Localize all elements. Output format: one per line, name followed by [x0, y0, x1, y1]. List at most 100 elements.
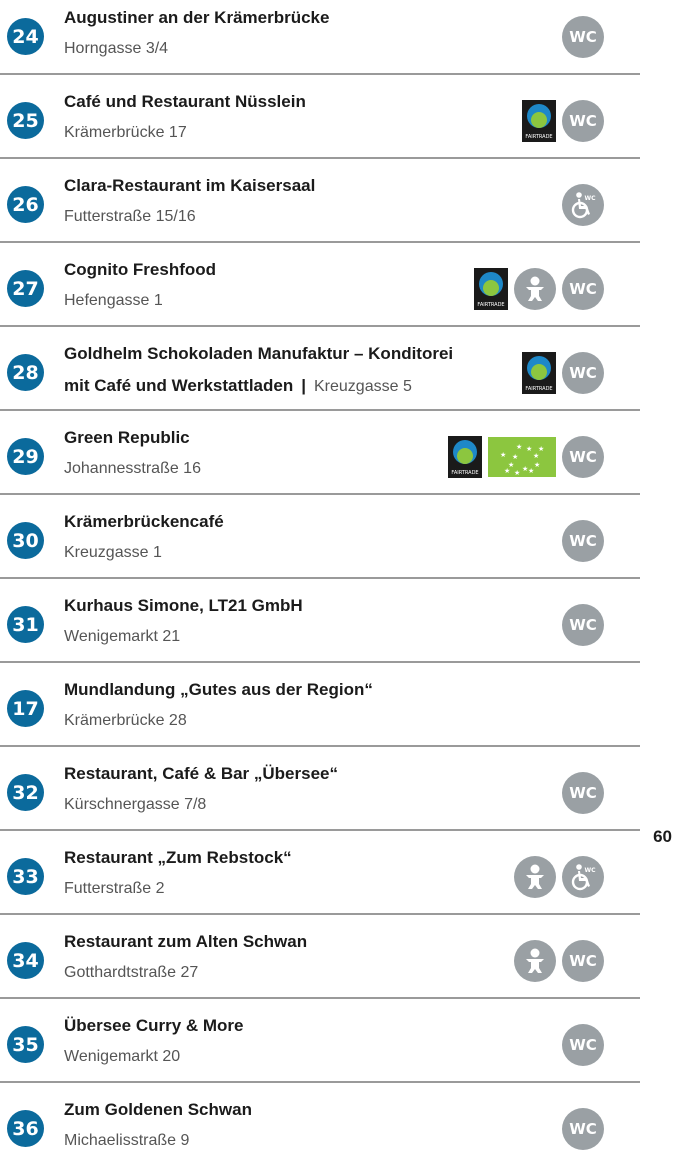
entry-number-badge: 24	[7, 18, 44, 55]
baby-changing-icon	[514, 268, 556, 310]
wheelchair-figure: WC	[571, 192, 596, 219]
organic-star-icon: ★	[538, 446, 545, 453]
amenity-icons: FAIRTRADE WC	[522, 352, 604, 394]
list-item: 31 Kurhaus Simone, LT21 GmbH Wenigemarkt 2…	[0, 588, 640, 672]
baby-body	[526, 287, 544, 301]
amenity-icons: WC	[562, 1108, 604, 1150]
baby-body	[526, 875, 544, 889]
entry-number-badge: 31	[7, 606, 44, 643]
entry-number-badge: 27	[7, 270, 44, 307]
entry-number-badge: 32	[7, 774, 44, 811]
venue-name: Restaurant, Café & Bar „Übersee“	[64, 764, 338, 783]
divider	[0, 409, 640, 411]
page-number: 60	[653, 827, 672, 846]
wc-icon: WC	[562, 100, 604, 142]
venue-name: Cognito Freshfood	[64, 260, 217, 279]
entry-number-badge: 29	[7, 438, 44, 475]
divider	[0, 325, 640, 327]
divider	[0, 493, 640, 495]
entry-number-badge: 25	[7, 102, 44, 139]
baby-figure	[526, 864, 544, 889]
venue-name-continued: mit Café und Werkstattladen	[64, 376, 294, 395]
amenity-icons: WC	[514, 856, 604, 898]
divider	[0, 661, 640, 663]
entry-number-badge: 30	[7, 522, 44, 559]
amenity-icons: WC	[562, 16, 604, 58]
entry-number-badge: 17	[7, 690, 44, 727]
fairtrade-symbol-green	[531, 364, 547, 380]
venue-address: Johannesstraße 16	[64, 460, 201, 477]
organic-star-icon: ★	[534, 462, 541, 469]
fairtrade-label: FAIRTRADE	[525, 386, 553, 392]
list-item: 34 Restaurant zum Alten Schwan Gotthardtst…	[0, 924, 640, 1008]
list-item: 36 Zum Goldenen Schwan Michaelisstraße 9 WC	[0, 1092, 640, 1176]
amenity-icons: WC	[562, 772, 604, 814]
venue-name: Café und Restaurant Nüsslein	[64, 92, 306, 111]
list-item: 28 Goldhelm Schokoladen Manufaktur – Kond…	[0, 336, 640, 420]
venue-address: Hefengasse 1	[64, 292, 163, 309]
venue-address: Futterstraße 2	[64, 880, 165, 897]
divider	[0, 829, 640, 831]
organic-star-icon: ★	[514, 470, 521, 477]
list-item: 26 Clara-Restaurant im Kaisersaal Futterst…	[0, 168, 640, 252]
fairtrade-label: FAIRTRADE	[451, 470, 479, 476]
list-item: 35 Übersee Curry & More Wenigemarkt 20 WC	[0, 1008, 640, 1092]
baby-head	[530, 276, 540, 286]
fairtrade-symbol-green	[531, 112, 547, 128]
amenity-icons: FAIRTRADE WC	[522, 100, 604, 142]
venue-name: Krämerbrückencafé	[64, 512, 224, 531]
fairtrade-label: FAIRTRADE	[477, 302, 505, 308]
entry-number-badge: 26	[7, 186, 44, 223]
venue-address: Michaelisstraße 9	[64, 1132, 190, 1149]
venue-address: Horngasse 3/4	[64, 40, 169, 57]
list-item: 17 Mundlandung „Gutes aus der Region“ Kräm…	[0, 672, 640, 756]
venue-name: Mundlandung „Gutes aus der Region“	[64, 680, 373, 699]
wc-icon: WC	[562, 520, 604, 562]
divider	[0, 745, 640, 747]
venue-name: Restaurant zum Alten Schwan	[64, 932, 308, 951]
wc-icon: WC	[562, 940, 604, 982]
wheelchair-wc-icon: WC	[562, 184, 604, 226]
venue-address: Wenigemarkt 21	[64, 628, 181, 645]
venue-name: Restaurant „Zum Rebstock“	[64, 848, 292, 867]
divider	[0, 997, 640, 999]
divider	[0, 73, 640, 75]
organic-star-icon: ★	[516, 444, 523, 451]
venue-name: Goldhelm Schokoladen Manufaktur – Kondit…	[64, 344, 454, 363]
wc-icon: WC	[562, 16, 604, 58]
venue-name: Übersee Curry & More	[64, 1016, 244, 1035]
list-item: 30 Krämerbrückencafé Kreuzgasse 1 WC	[0, 504, 640, 588]
venue-address: Wenigemarkt 20	[64, 1048, 181, 1065]
person-head	[576, 864, 582, 870]
entry-number-badge: 33	[7, 858, 44, 895]
entry-number-badge: 35	[7, 1026, 44, 1063]
organic-star-icon: ★	[526, 446, 533, 453]
organic-star-icon: ★	[504, 468, 511, 475]
eu-organic-logo: ★ ★ ★ ★ ★ ★ ★ ★ ★ ★ ★ ★	[488, 437, 556, 477]
venue-address: Krämerbrücke 28	[64, 712, 187, 729]
baby-body	[526, 959, 544, 973]
wc-icon: WC	[562, 772, 604, 814]
amenity-icons: FAIRTRADE WC	[474, 268, 604, 310]
venue-name-line2: mit Café und Werkstattladen | Kreuzgasse 5	[64, 374, 412, 399]
divider	[0, 157, 640, 159]
organic-star-icon: ★	[528, 468, 535, 475]
venue-address: Futterstraße 15/16	[64, 208, 196, 225]
wc-icon: WC	[562, 1024, 604, 1066]
separator: |	[301, 376, 306, 395]
list-item: 24 Augustiner an der Krämerbrücke Horngass…	[0, 0, 640, 84]
venue-name: Kurhaus Simone, LT21 GmbH	[64, 596, 303, 615]
venue-address: Kürschnergasse 7/8	[64, 796, 207, 813]
wc-icon: WC	[562, 1108, 604, 1150]
fairtrade-symbol-green	[483, 280, 499, 296]
wc-text: WC	[584, 867, 596, 874]
fairtrade-symbol-green	[457, 448, 473, 464]
venue-name: Zum Goldenen Schwan	[64, 1100, 252, 1119]
venue-address: Krämerbrücke 17	[64, 124, 187, 141]
wheelchair-wc-icon: WC	[562, 856, 604, 898]
list-item: 33 Restaurant „Zum Rebstock“ Futterstraße …	[0, 840, 640, 924]
organic-star-icon: ★	[500, 452, 507, 459]
wc-icon: WC	[562, 604, 604, 646]
list-item: 25 Café und Restaurant Nüsslein Krämerbrüc…	[0, 84, 640, 168]
entry-number-badge: 34	[7, 942, 44, 979]
